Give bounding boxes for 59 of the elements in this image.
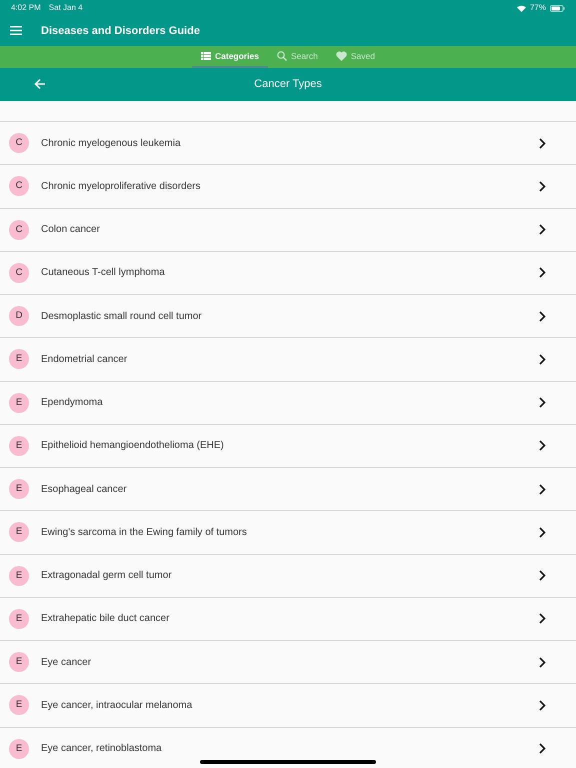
- letter-avatar: E: [9, 349, 29, 370]
- chevron-icon: [539, 180, 546, 192]
- letter-avatar: E: [9, 608, 29, 629]
- section-title: Cancer Types: [254, 77, 322, 92]
- letter-avatar: E: [9, 738, 29, 759]
- item-label: Chronic myelogenous leukemia: [41, 136, 182, 151]
- item-label: Esophageal cancer: [41, 482, 128, 497]
- list-item[interactable]: E Ependymoma: [0, 382, 576, 425]
- item-label: Endometrial cancer: [41, 352, 128, 367]
- letter-avatar: E: [9, 392, 29, 413]
- chevron-icon: [539, 484, 546, 495]
- letter-avatar: E: [9, 652, 29, 672]
- item-label: Epithelioid hemangioendothelioma (EHE): [41, 439, 225, 454]
- item-label: Ependymoma: [41, 396, 104, 410]
- back-button[interactable]: [32, 76, 48, 92]
- chevron-icon: [539, 570, 546, 582]
- chevron-icon: [539, 656, 546, 668]
- item-label: Eye cancer, intraocular melanoma: [41, 698, 194, 713]
- letter-avatar: C: [9, 176, 29, 196]
- item-label: Desmoplastic small round cell tumor: [41, 310, 203, 324]
- item-label: Chronic myeloproliferative disorders: [41, 180, 202, 194]
- letter-avatar: E: [9, 522, 29, 542]
- chevron-icon: [539, 138, 546, 149]
- chevron-icon: [539, 700, 546, 711]
- chevron-icon: [539, 310, 546, 322]
- status-time: 4:02 PM: [11, 2, 41, 14]
- status-date: Sat Jan 4: [48, 2, 83, 14]
- chevron-icon: [539, 224, 546, 236]
- letter-avatar: C: [9, 262, 29, 283]
- list-icon: [201, 52, 211, 60]
- letter-avatar: E: [9, 566, 29, 586]
- item-label: Eye cancer, retinoblastoma: [41, 742, 163, 756]
- chevron-icon: [539, 613, 546, 624]
- battery-icon: [550, 4, 565, 12]
- letter-avatar: C: [9, 133, 29, 154]
- chevron-icon: [539, 267, 546, 278]
- chevron-icon: [539, 743, 546, 754]
- letter-avatar: C: [9, 220, 29, 240]
- app-title: Diseases and Disorders Guide: [41, 24, 200, 39]
- item-label: Extragonadal germ cell tumor: [41, 569, 173, 584]
- item-label: Colon cancer: [41, 223, 101, 238]
- heart-icon: [336, 51, 347, 61]
- list-item[interactable]: C Colon cancer: [0, 208, 576, 252]
- list-item[interactable]: E Extragonadal germ cell tumor: [0, 554, 576, 598]
- item-label: Cutaneous T-cell lymphoma: [41, 266, 166, 280]
- letter-avatar: D: [9, 306, 29, 326]
- letter-avatar: E: [9, 479, 29, 500]
- item-label: Extrahepatic bile duct cancer: [41, 612, 170, 626]
- battery-percent: 77%: [530, 2, 546, 14]
- letter-avatar: E: [9, 695, 29, 716]
- wifi-icon: [516, 4, 526, 12]
- chevron-icon: [539, 526, 546, 538]
- item-label: Eye cancer: [41, 656, 92, 670]
- chevron-icon: [539, 354, 546, 365]
- letter-avatar: E: [9, 436, 29, 456]
- chevron-icon: [539, 440, 546, 452]
- search-icon: [276, 51, 287, 61]
- item-label: Ewing's sarcoma in the Ewing family of tumors: [41, 526, 248, 540]
- chevron-icon: [539, 397, 546, 408]
